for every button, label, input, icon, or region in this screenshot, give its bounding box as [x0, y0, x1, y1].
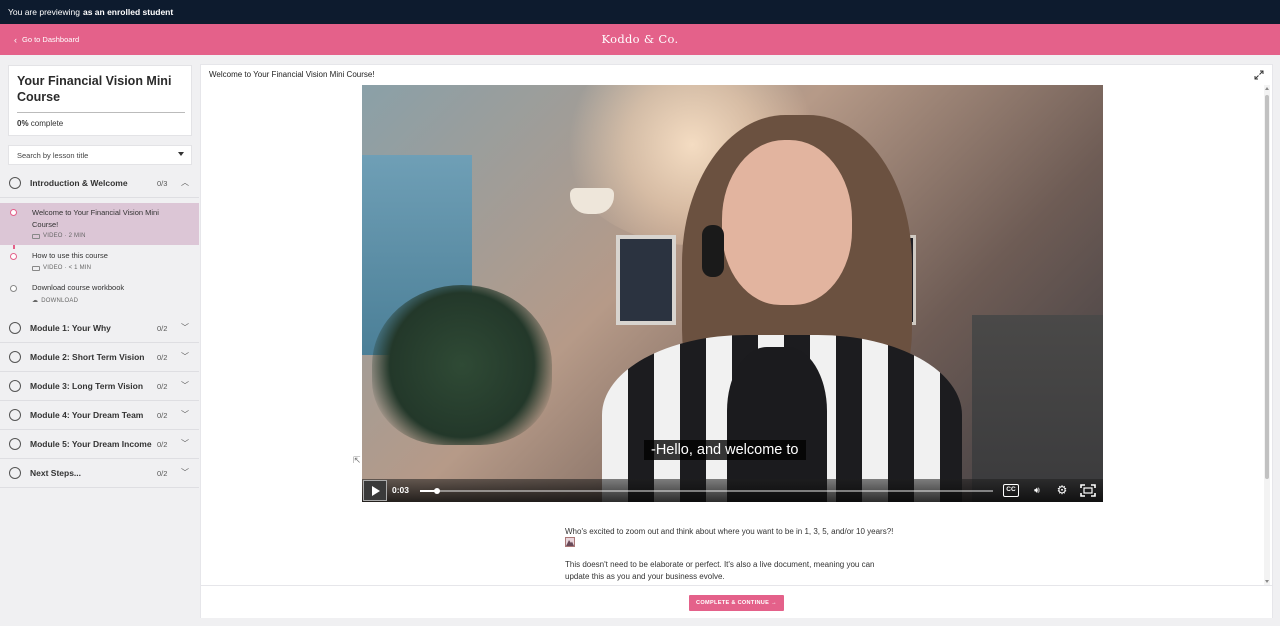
mountain-emoji-icon [565, 537, 575, 547]
lesson-title: How to use this course [32, 251, 108, 260]
play-button[interactable] [363, 480, 387, 501]
section-status-circle-icon [9, 322, 21, 334]
course-sidebar: Your Financial Vision Mini Course 0% com… [0, 55, 199, 626]
chevron-down-icon: ﹀ [181, 381, 189, 390]
section-next-steps[interactable]: Next Steps... 0/2 ﹀ [0, 459, 199, 488]
video-time: 0:03 [392, 485, 410, 495]
brand-logo: Koddo & Co. [601, 32, 679, 46]
chevron-down-icon: ﹀ [181, 352, 189, 361]
section-count: 0/2 [157, 440, 168, 449]
volume-icon[interactable]: 🔊︎ [1029, 484, 1045, 497]
section-count: 0/2 [157, 353, 168, 362]
lesson-status-dot-icon [10, 209, 17, 216]
video-scene-shelf [972, 315, 1103, 502]
section-label: Module 4: Your Dream Team [30, 410, 144, 420]
fullscreen-icon[interactable] [1080, 484, 1096, 497]
lesson-meta: VIDEO · < 1 MIN [32, 265, 91, 271]
video-scene-frame [616, 235, 676, 325]
caret-down-icon [178, 152, 184, 156]
section-module-4[interactable]: Module 4: Your Dream Team 0/2 ﹀ [0, 401, 199, 430]
section-status-circle-icon [9, 409, 21, 421]
section-status-circle-icon [9, 177, 21, 189]
lesson-status-dot-icon [10, 285, 17, 292]
lesson-footer: COMPLETE & CONTINUE → [201, 585, 1272, 618]
section-introduction[interactable]: Introduction & Welcome 0/3 ︿ [0, 169, 199, 198]
video-presenter-headset [702, 225, 724, 277]
section-count: 0/3 [157, 179, 168, 188]
seek-knob[interactable] [434, 488, 441, 494]
section-module-1[interactable]: Module 1: Your Why 0/2 ﹀ [0, 314, 199, 343]
chevron-down-icon: ﹀ [181, 410, 189, 419]
lesson-status-dot-icon [10, 253, 17, 260]
section-label: Next Steps... [30, 468, 82, 478]
video-icon [32, 265, 40, 271]
description-line: This doesn't need to be elaborate or per… [565, 560, 875, 569]
section-status-circle-icon [9, 380, 21, 392]
lesson-content: Welcome to Your Financial Vision Mini Co… [200, 64, 1273, 618]
expand-icon[interactable] [1254, 70, 1264, 80]
section-label: Module 1: Your Why [30, 323, 111, 333]
search-placeholder: Search by lesson title [17, 150, 89, 160]
scroll-down-arrow-icon[interactable] [1265, 580, 1269, 583]
progress-percent: 0% [17, 119, 29, 128]
lesson-search-select[interactable]: Search by lesson title [8, 145, 192, 165]
lesson-title: Welcome to Your Financial Vision Mini Co… [32, 208, 159, 229]
lesson-welcome[interactable]: Welcome to Your Financial Vision Mini Co… [0, 203, 199, 245]
gear-icon[interactable]: ⚙ [1054, 484, 1070, 497]
preview-bar: You are previewing as an enrolled studen… [0, 0, 1280, 24]
course-progress: 0% complete [17, 119, 63, 128]
section-status-circle-icon [9, 438, 21, 450]
lesson-title: Download course workbook [32, 283, 125, 292]
scroll-up-arrow-icon[interactable] [1265, 87, 1269, 90]
video-controls: 0:03 CC 🔊︎ ⚙ [362, 479, 1103, 502]
description-line: update this as you and your business evo… [565, 572, 725, 581]
lesson-meta: VIDEO · 2 MIN [32, 233, 86, 239]
closed-captions-icon[interactable]: CC [1003, 484, 1019, 497]
lesson-heading: Welcome to Your Financial Vision Mini Co… [209, 70, 375, 79]
section-count: 0/2 [157, 324, 168, 333]
section-count: 0/2 [157, 382, 168, 391]
section-label: Module 3: Long Term Vision [30, 381, 144, 391]
progress-suffix: complete [30, 119, 64, 128]
section-label: Module 2: Short Term Vision [30, 352, 145, 362]
description-line: Who's excited to zoom out and think abou… [565, 527, 894, 536]
section-count: 0/2 [157, 469, 168, 478]
mouse-cursor-icon: ⇱ [353, 455, 361, 465]
chevron-down-icon: ﹀ [181, 323, 189, 332]
scrollbar-thumb[interactable] [1265, 95, 1269, 479]
section-label: Introduction & Welcome [30, 178, 128, 188]
course-title: Your Financial Vision Mini Course [17, 74, 172, 104]
content-scrollbar[interactable] [1264, 85, 1270, 587]
lesson-download-workbook[interactable]: Download course workbook ☁ DOWNLOAD [0, 277, 199, 309]
section-label: Module 5: Your Dream Income [30, 439, 152, 449]
brand-header: ‹ Go to Dashboard Koddo & Co. [0, 24, 1280, 55]
preview-text: You are previewing [8, 7, 80, 17]
lesson-meta: ☁ DOWNLOAD [32, 297, 79, 305]
chevron-down-icon: ﹀ [181, 439, 189, 448]
chevron-down-icon: ﹀ [181, 468, 189, 477]
complete-and-continue-button[interactable]: COMPLETE & CONTINUE → [689, 595, 784, 611]
video-presenter-face [722, 140, 852, 305]
section-count: 0/2 [157, 411, 168, 420]
section-module-3[interactable]: Module 3: Long Term Vision 0/2 ﹀ [0, 372, 199, 401]
video-caption: -Hello, and welcome to [644, 440, 806, 460]
preview-role: as an enrolled student [82, 7, 174, 17]
section-status-circle-icon [9, 351, 21, 363]
cloud-download-icon: ☁ [32, 298, 39, 304]
video-seek-bar[interactable] [420, 488, 993, 494]
course-card: Your Financial Vision Mini Course 0% com… [8, 65, 192, 136]
lesson-how-to-use[interactable]: How to use this course VIDEO · < 1 MIN [0, 245, 199, 277]
section-module-2[interactable]: Module 2: Short Term Vision 0/2 ﹀ [0, 343, 199, 372]
video-player[interactable]: -Hello, and welcome to 0:03 CC 🔊︎ ⚙ [362, 85, 1103, 502]
video-icon [32, 233, 40, 239]
section-module-5[interactable]: Module 5: Your Dream Income 0/2 ﹀ [0, 430, 199, 459]
section-status-circle-icon [9, 467, 21, 479]
progress-divider [17, 112, 185, 113]
chevron-up-icon: ︿ [181, 178, 189, 187]
video-scene-plant [372, 285, 552, 445]
